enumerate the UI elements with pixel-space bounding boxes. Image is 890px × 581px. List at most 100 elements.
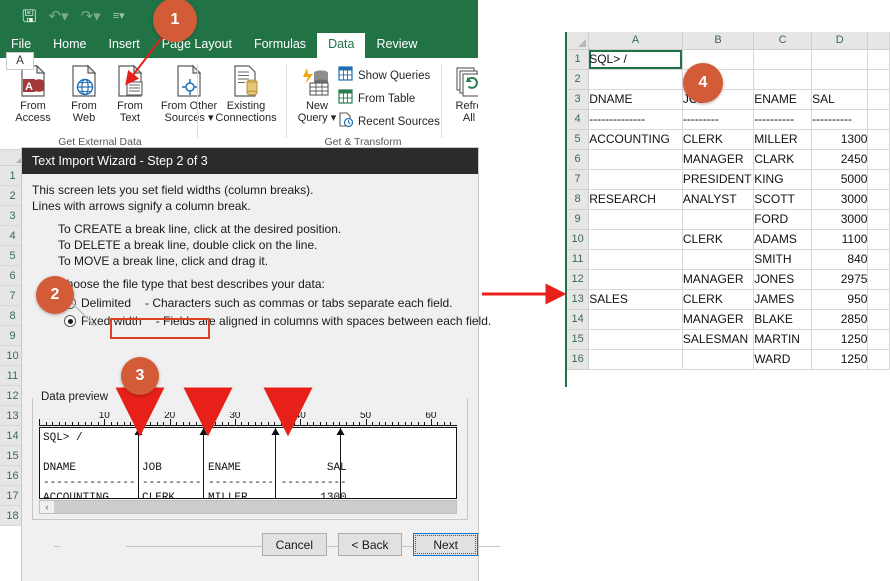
sheet-row-header-6[interactable]: 6 (567, 149, 590, 170)
sheet-row-header-1[interactable]: 1 (567, 49, 590, 70)
cell-D13[interactable]: 950 (811, 289, 869, 310)
from-access-button[interactable]: A From Access (6, 62, 60, 124)
sheet-row-header-15[interactable]: 15 (567, 329, 590, 350)
cell-E15[interactable] (867, 329, 890, 350)
cancel-button[interactable]: Cancel (262, 533, 327, 556)
refresh-all-button[interactable]: Refre All (444, 62, 478, 124)
column-break-line-1[interactable] (137, 428, 139, 498)
cell-D10[interactable]: 1100 (811, 229, 869, 250)
cell-A7[interactable] (588, 169, 683, 190)
cell-C3[interactable]: ENAME (753, 89, 813, 110)
new-query-button[interactable]: New Query ▾ (290, 62, 344, 124)
cell-C12[interactable]: JONES (753, 269, 813, 290)
cell-D11[interactable]: 840 (811, 249, 869, 270)
cell-D1[interactable] (811, 49, 869, 70)
sheet-row-header-5[interactable]: 5 (567, 129, 590, 150)
cell-A13[interactable]: SALES (588, 289, 683, 310)
cell-B5[interactable]: CLERK (682, 129, 755, 150)
cell-B13[interactable]: CLERK (682, 289, 755, 310)
undo-icon[interactable]: ↶▾ (48, 9, 68, 24)
column-header-d[interactable]: D (811, 32, 869, 50)
cell-C4[interactable]: ---------- (753, 109, 813, 130)
cell-D15[interactable]: 1250 (811, 329, 869, 350)
column-break-line-4[interactable] (340, 428, 342, 498)
cell-E10[interactable] (867, 229, 890, 250)
cell-B9[interactable] (682, 209, 755, 230)
column-header-a[interactable]: A (588, 32, 683, 50)
cell-A14[interactable] (588, 309, 683, 330)
cell-D2[interactable] (811, 69, 869, 90)
cell-C1[interactable] (753, 49, 813, 70)
sheet-row-header-8[interactable]: 8 (567, 189, 590, 210)
cell-A9[interactable] (588, 209, 683, 230)
tab-insert[interactable]: Insert (98, 33, 151, 58)
cell-B16[interactable] (682, 349, 755, 370)
cell-A2[interactable] (588, 69, 683, 90)
sheet-row-header-3[interactable]: 3 (567, 89, 590, 110)
cell-B6[interactable]: MANAGER (682, 149, 755, 170)
sheet-row-header-13[interactable]: 13 (567, 289, 590, 310)
sheet-row-header-7[interactable]: 7 (567, 169, 590, 190)
cell-E2[interactable] (867, 69, 890, 90)
cell-D8[interactable]: 3000 (811, 189, 869, 210)
tab-data[interactable]: Data (317, 33, 366, 58)
cell-E4[interactable] (867, 109, 890, 130)
customize-quick-access-icon[interactable]: ≡▾ (113, 10, 125, 22)
cell-A5[interactable]: ACCOUNTING (588, 129, 683, 150)
cell-D3[interactable]: SAL (811, 89, 869, 110)
data-preview-pane[interactable]: SQL> / DNAME JOB ENAME SAL -------------… (39, 427, 457, 499)
cell-B4[interactable]: --------- (682, 109, 755, 130)
cell-E3[interactable] (867, 89, 890, 110)
next-button[interactable]: Next (413, 533, 479, 556)
cell-C5[interactable]: MILLER (753, 129, 813, 150)
cell-D14[interactable]: 2850 (811, 309, 869, 330)
cell-E16[interactable] (867, 349, 890, 370)
cell-A15[interactable] (588, 329, 683, 350)
cell-A4[interactable]: -------------- (588, 109, 683, 130)
cell-A10[interactable] (588, 229, 683, 250)
tab-home[interactable]: Home (42, 33, 97, 58)
cell-E1[interactable] (867, 49, 890, 70)
cell-C14[interactable]: BLAKE (753, 309, 813, 330)
cell-A3[interactable]: DNAME (588, 89, 683, 110)
cell-D12[interactable]: 2975 (811, 269, 869, 290)
column-ruler[interactable]: 10 20 30 40 50 60 (39, 412, 457, 426)
cell-C16[interactable]: WARD (753, 349, 813, 370)
cell-B7[interactable]: PRESIDENT (682, 169, 755, 190)
cell-D6[interactable]: 2450 (811, 149, 869, 170)
cell-E9[interactable] (867, 209, 890, 230)
cell-C2[interactable] (753, 69, 813, 90)
cell-A11[interactable] (588, 249, 683, 270)
cell-C11[interactable]: SMITH (753, 249, 813, 270)
cell-C7[interactable]: KING (753, 169, 813, 190)
scroll-thumb[interactable] (54, 501, 456, 513)
tab-formulas[interactable]: Formulas (243, 33, 317, 58)
cell-C13[interactable]: JAMES (753, 289, 813, 310)
cell-B12[interactable]: MANAGER (682, 269, 755, 290)
cell-E5[interactable] (867, 129, 890, 150)
cell-A6[interactable] (588, 149, 683, 170)
from-table-button[interactable]: From Table (338, 89, 415, 109)
cell-A16[interactable] (588, 349, 683, 370)
radio-option-delimited[interactable]: Delimited - Characters such as commas or… (64, 296, 468, 310)
column-break-line-2[interactable] (203, 428, 205, 498)
cell-B14[interactable]: MANAGER (682, 309, 755, 330)
cell-B11[interactable] (682, 249, 755, 270)
show-queries-button[interactable]: Show Queries (338, 66, 430, 86)
cell-C8[interactable]: SCOTT (753, 189, 813, 210)
sheet-row-header-4[interactable]: 4 (567, 109, 590, 130)
existing-connections-button[interactable]: Existing Connections (207, 62, 285, 124)
save-icon[interactable]: 🖫 (22, 8, 36, 25)
cell-C9[interactable]: FORD (753, 209, 813, 230)
cell-A12[interactable] (588, 269, 683, 290)
sheet-row-header-10[interactable]: 10 (567, 229, 590, 250)
cell-E13[interactable] (867, 289, 890, 310)
cell-A8[interactable]: RESEARCH (588, 189, 683, 210)
sheet-select-all-corner[interactable] (567, 32, 590, 50)
cell-E12[interactable] (867, 269, 890, 290)
back-button[interactable]: < Back (337, 533, 403, 556)
cell-C10[interactable]: ADAMS (753, 229, 813, 250)
cell-E8[interactable] (867, 189, 890, 210)
sheet-row-header-12[interactable]: 12 (567, 269, 590, 290)
cell-D4[interactable]: ---------- (811, 109, 869, 130)
